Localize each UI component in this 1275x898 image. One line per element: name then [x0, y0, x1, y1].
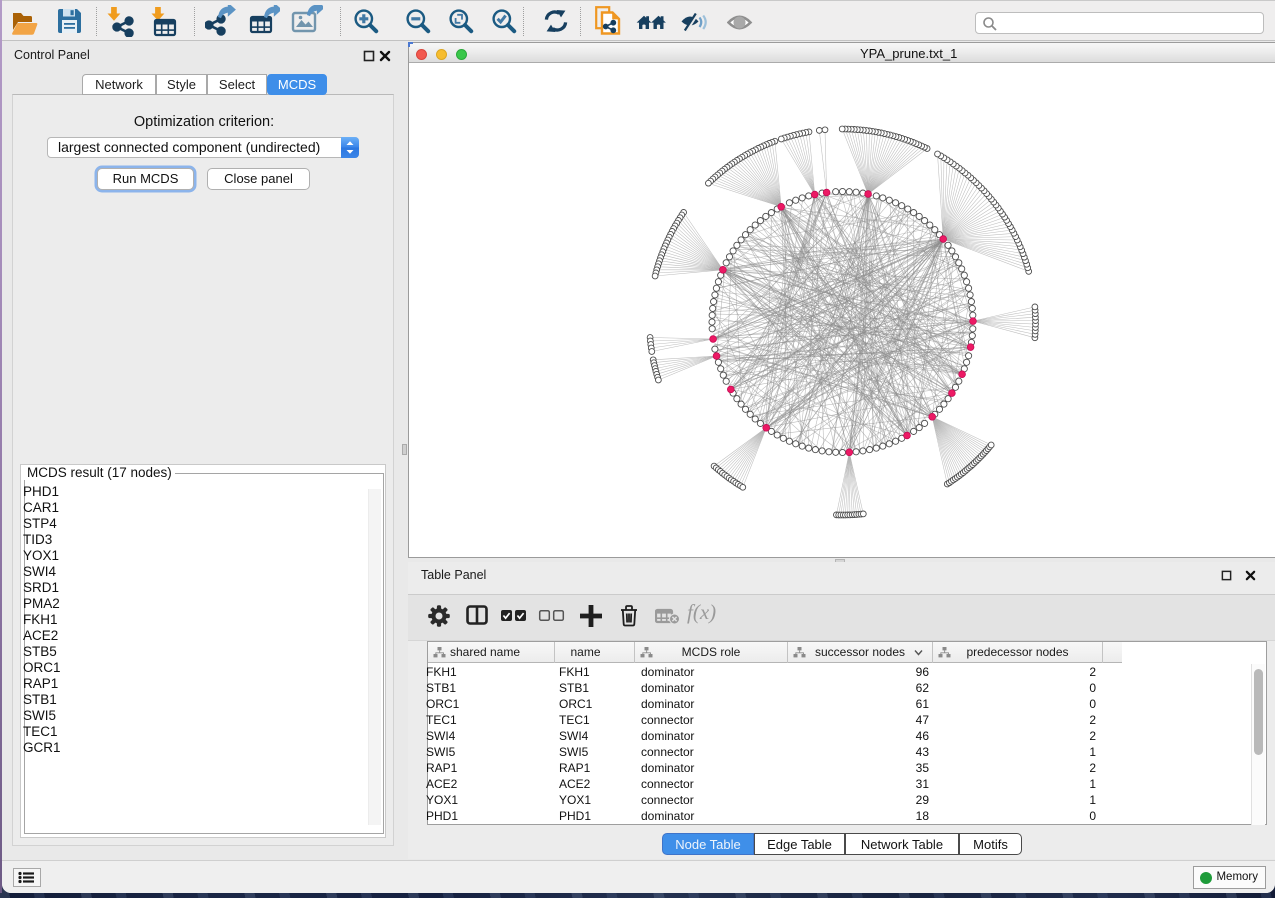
svg-text:f(x): f(x) — [687, 600, 716, 624]
